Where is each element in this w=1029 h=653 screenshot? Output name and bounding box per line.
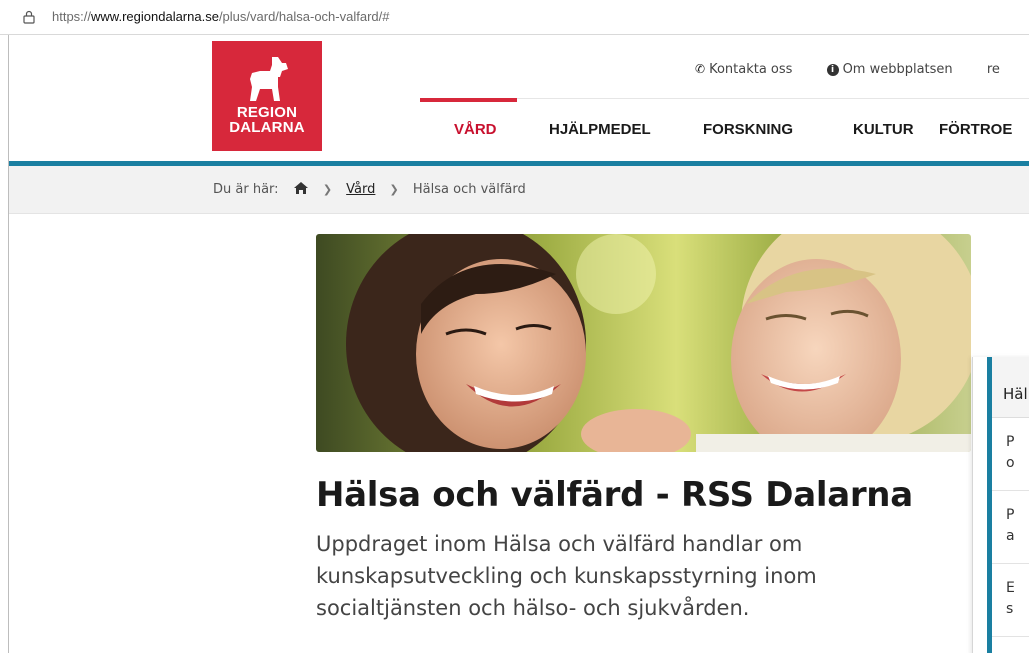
about-link[interactable]: i Om webbplatsen [826,62,953,77]
active-tab-indicator [420,98,517,102]
page-viewport: REGION DALARNA ✆ Kontakta oss i Om webbpla… [8,35,1029,653]
truncated-label: re [986,62,1000,77]
side-menu-heading-text: Häl [1003,385,1028,403]
side-menu-item-line: P [1006,434,1015,450]
breadcrumb-link-vard[interactable]: Vård [346,182,375,197]
contact-link[interactable]: ✆ Kontakta oss [695,62,792,77]
info-icon: i [826,64,839,76]
side-menu-item-line: a [1006,528,1015,544]
side-menu-item-line: E [1006,580,1015,596]
side-menu-item-line: o [1006,455,1015,471]
browser-address-bar[interactable]: https://www.regiondalarna.se/plus/vard/h… [0,0,1029,35]
breadcrumb: Du är här: ❯ Vård ❯ Hälsa och välfärd [9,166,1029,214]
section-side-menu: Häl Po Pa Es [972,357,1029,653]
url-host: www.regiondalarna.se [91,9,219,24]
chevron-right-icon: ❯ [389,183,399,196]
page-title: Hälsa och välfärd - RSS Dalarna [316,475,913,515]
lock-icon [23,10,35,24]
page-lead: Uppdraget inom Hälsa och välfärd handlar… [316,532,817,620]
utility-nav: ✆ Kontakta oss i Om webbplatsen re [695,62,1029,77]
url-path: /plus/vard/halsa-och-valfard/# [218,9,390,24]
url-protocol: https:// [52,9,92,24]
side-menu-item[interactable]: Po [992,418,1029,491]
side-menu-item-line: s [1006,601,1014,617]
side-menu-item[interactable]: Es [992,564,1029,637]
side-menu-item[interactable]: Pa [992,491,1029,564]
site-header: REGION DALARNA ✆ Kontakta oss i Om webbpla… [9,35,1029,161]
side-menu-item-line: P [1006,507,1015,523]
breadcrumb-current: Hälsa och välfärd [412,182,526,197]
home-icon [293,182,308,194]
nav-item-hjalpmedel[interactable]: HJÄLPMEDEL [549,121,651,138]
url-text[interactable]: https://www.regiondalarna.se/plus/vard/h… [52,9,389,24]
contact-label: Kontakta oss [709,62,793,77]
about-label: Om webbplatsen [842,62,953,77]
nav-item-kultur[interactable]: KULTUR [853,121,914,138]
nav-item-fortroende[interactable]: FÖRTROE [939,121,1012,138]
logo-line-1: REGION [236,104,298,121]
region-dalarna-logo[interactable]: REGION DALARNA [212,41,322,151]
nav-item-vard[interactable]: VÅRD [454,121,497,138]
logo-line-2: DALARNA [229,119,305,136]
truncated-link[interactable]: re [987,62,1000,77]
logo-text: REGION DALARNA [212,105,322,135]
chevron-right-icon: ❯ [322,183,333,196]
home-link[interactable] [293,182,313,197]
side-menu-heading[interactable]: Häl [992,357,1029,418]
breadcrumb-prefix: Du är här: [213,182,279,197]
hero-image [316,234,971,452]
dala-horse-icon [250,57,288,101]
phone-icon: ✆ [695,62,706,76]
nav-item-forskning[interactable]: FORSKNING [703,121,793,138]
